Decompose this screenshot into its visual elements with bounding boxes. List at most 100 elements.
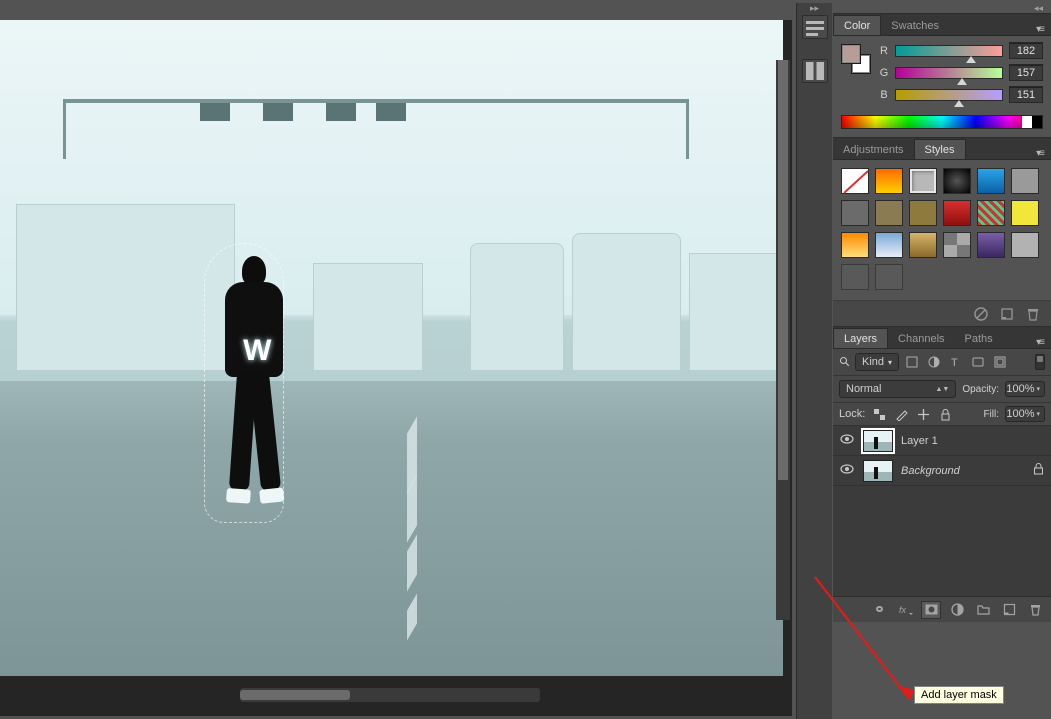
style-swatch-orange-gradient[interactable] [875, 168, 903, 194]
slider-green[interactable] [895, 67, 1003, 79]
white-chip[interactable] [1022, 116, 1032, 128]
blend-mode-dropdown[interactable]: Normal ▲▼ [839, 380, 956, 398]
fill-value: 100% [1006, 408, 1034, 420]
input-blue-value[interactable] [1009, 86, 1043, 103]
scrollbar-thumb[interactable] [778, 60, 788, 480]
chevron-down-icon: ▾ [1036, 410, 1040, 418]
style-swatch-purple[interactable] [977, 232, 1005, 258]
style-swatch-checks[interactable] [943, 232, 971, 258]
no-style-icon[interactable] [973, 306, 989, 322]
style-swatch-blank-gray[interactable] [1011, 232, 1039, 258]
fill-label: Fill: [983, 409, 999, 420]
color-spectrum-bar[interactable] [841, 115, 1043, 129]
style-swatch-sky[interactable] [875, 232, 903, 258]
style-swatch-vignette[interactable] [943, 168, 971, 194]
input-red-value[interactable] [1009, 42, 1043, 59]
styles-grid [833, 160, 1051, 300]
canvas[interactable]: W [0, 20, 783, 676]
tab-adjustments[interactable]: Adjustments [833, 140, 914, 159]
opacity-value-field[interactable]: 100% ▾ [1005, 381, 1045, 397]
link-layers-icon[interactable] [869, 601, 889, 619]
style-swatch-bronze[interactable] [875, 200, 903, 226]
new-adjustment-layer-icon[interactable] [947, 601, 967, 619]
collapse-arrows-icon[interactable]: ▸▸ [797, 3, 832, 13]
chevron-down-icon: ▾ [1036, 385, 1040, 393]
style-swatch-bevel-gray[interactable] [909, 168, 937, 194]
style-swatch-wood[interactable] [909, 232, 937, 258]
style-swatch-flat-gray[interactable] [1011, 168, 1039, 194]
layer-row[interactable]: Background [833, 456, 1051, 486]
foreground-background-swatch[interactable] [841, 44, 871, 74]
lock-all-icon[interactable] [937, 407, 953, 421]
new-group-icon[interactable] [973, 601, 993, 619]
tab-color[interactable]: Color [833, 15, 881, 35]
lock-transparent-icon[interactable] [871, 407, 887, 421]
panel-flyout-menu-icon[interactable]: ▾≡ [1032, 148, 1047, 159]
channel-label-b: B [879, 89, 889, 101]
style-swatch-red-gradient[interactable] [943, 200, 971, 226]
style-swatch-gold-dark[interactable] [909, 200, 937, 226]
filter-kind-dropdown[interactable]: Kind ▾ [855, 353, 899, 371]
layer-name[interactable]: Background [901, 465, 1025, 477]
layer-style-fx-icon[interactable]: fx [895, 601, 915, 619]
lock-pixels-icon[interactable] [893, 407, 909, 421]
new-style-icon[interactable] [999, 306, 1015, 322]
svg-text:fx: fx [899, 605, 907, 615]
style-swatch-metal-dark[interactable] [841, 200, 869, 226]
layers-panel-footer: fx [833, 596, 1051, 622]
style-swatch-empty2[interactable] [875, 264, 903, 290]
collapsed-panel-history[interactable] [802, 15, 828, 39]
layer-thumbnail[interactable] [863, 430, 893, 452]
collapsed-panel-properties[interactable] [802, 59, 828, 83]
new-layer-icon[interactable] [999, 601, 1019, 619]
slider-blue[interactable] [895, 89, 1003, 101]
black-chip[interactable] [1032, 116, 1042, 128]
delete-style-icon[interactable] [1025, 306, 1041, 322]
style-swatch-stripes[interactable] [977, 200, 1005, 226]
filter-type-icon[interactable]: T [947, 354, 965, 370]
canvas-horizontal-scrollbar[interactable] [240, 688, 540, 702]
color-panel: Color Swatches ▾≡ R G [833, 13, 1051, 129]
style-swatch-yellow[interactable] [1011, 200, 1039, 226]
color-panel-tabs: Color Swatches ▾≡ [833, 14, 1051, 36]
style-swatch-empty1[interactable] [841, 264, 869, 290]
canvas-vertical-scrollbar[interactable] [776, 60, 790, 620]
input-green-value[interactable] [1009, 64, 1043, 81]
document-area: W [0, 20, 792, 716]
filter-toggle-switch[interactable] [1035, 354, 1045, 370]
scrollbar-thumb[interactable] [240, 690, 350, 700]
tab-styles[interactable]: Styles [914, 139, 966, 159]
svg-text:T: T [951, 357, 958, 369]
filter-pixel-icon[interactable] [903, 354, 921, 370]
panel-flyout-menu-icon[interactable]: ▾≡ [1032, 24, 1047, 35]
lock-position-icon[interactable] [915, 407, 931, 421]
panel-flyout-menu-icon[interactable]: ▾≡ [1032, 337, 1047, 348]
filter-shape-icon[interactable] [969, 354, 987, 370]
layer-lock-row: Lock: Fill: 100% ▾ [833, 403, 1051, 426]
style-swatch-sunset[interactable] [841, 232, 869, 258]
visibility-eye-icon[interactable] [839, 434, 855, 447]
fill-value-field[interactable]: 100% ▾ [1005, 406, 1045, 422]
tab-paths[interactable]: Paths [955, 329, 1003, 348]
tab-layers[interactable]: Layers [833, 328, 888, 348]
layer-blend-row: Normal ▲▼ Opacity: 100% ▾ [833, 376, 1051, 403]
foreground-color-swatch[interactable] [841, 44, 861, 64]
slider-red[interactable] [895, 45, 1003, 57]
tab-channels[interactable]: Channels [888, 329, 954, 348]
filter-smartobject-icon[interactable] [991, 354, 1009, 370]
layer-thumbnail[interactable] [863, 460, 893, 482]
tab-swatches[interactable]: Swatches [881, 16, 949, 35]
rgb-sliders: R G B [879, 42, 1043, 108]
layer-row[interactable]: Layer 1 [833, 426, 1051, 456]
style-swatch-blue-gradient[interactable] [977, 168, 1005, 194]
collapse-arrows-icon[interactable]: ◂◂ [833, 3, 1051, 13]
delete-layer-icon[interactable] [1025, 601, 1045, 619]
styles-panel-tabs: Adjustments Styles ▾≡ [833, 138, 1051, 160]
add-layer-mask-icon[interactable] [921, 601, 941, 619]
channel-label-r: R [879, 45, 889, 57]
style-swatch-no-style[interactable] [841, 168, 869, 194]
filter-kind-label: Kind [862, 356, 884, 368]
filter-adjustment-icon[interactable] [925, 354, 943, 370]
layer-name[interactable]: Layer 1 [901, 435, 1025, 447]
visibility-eye-icon[interactable] [839, 464, 855, 477]
